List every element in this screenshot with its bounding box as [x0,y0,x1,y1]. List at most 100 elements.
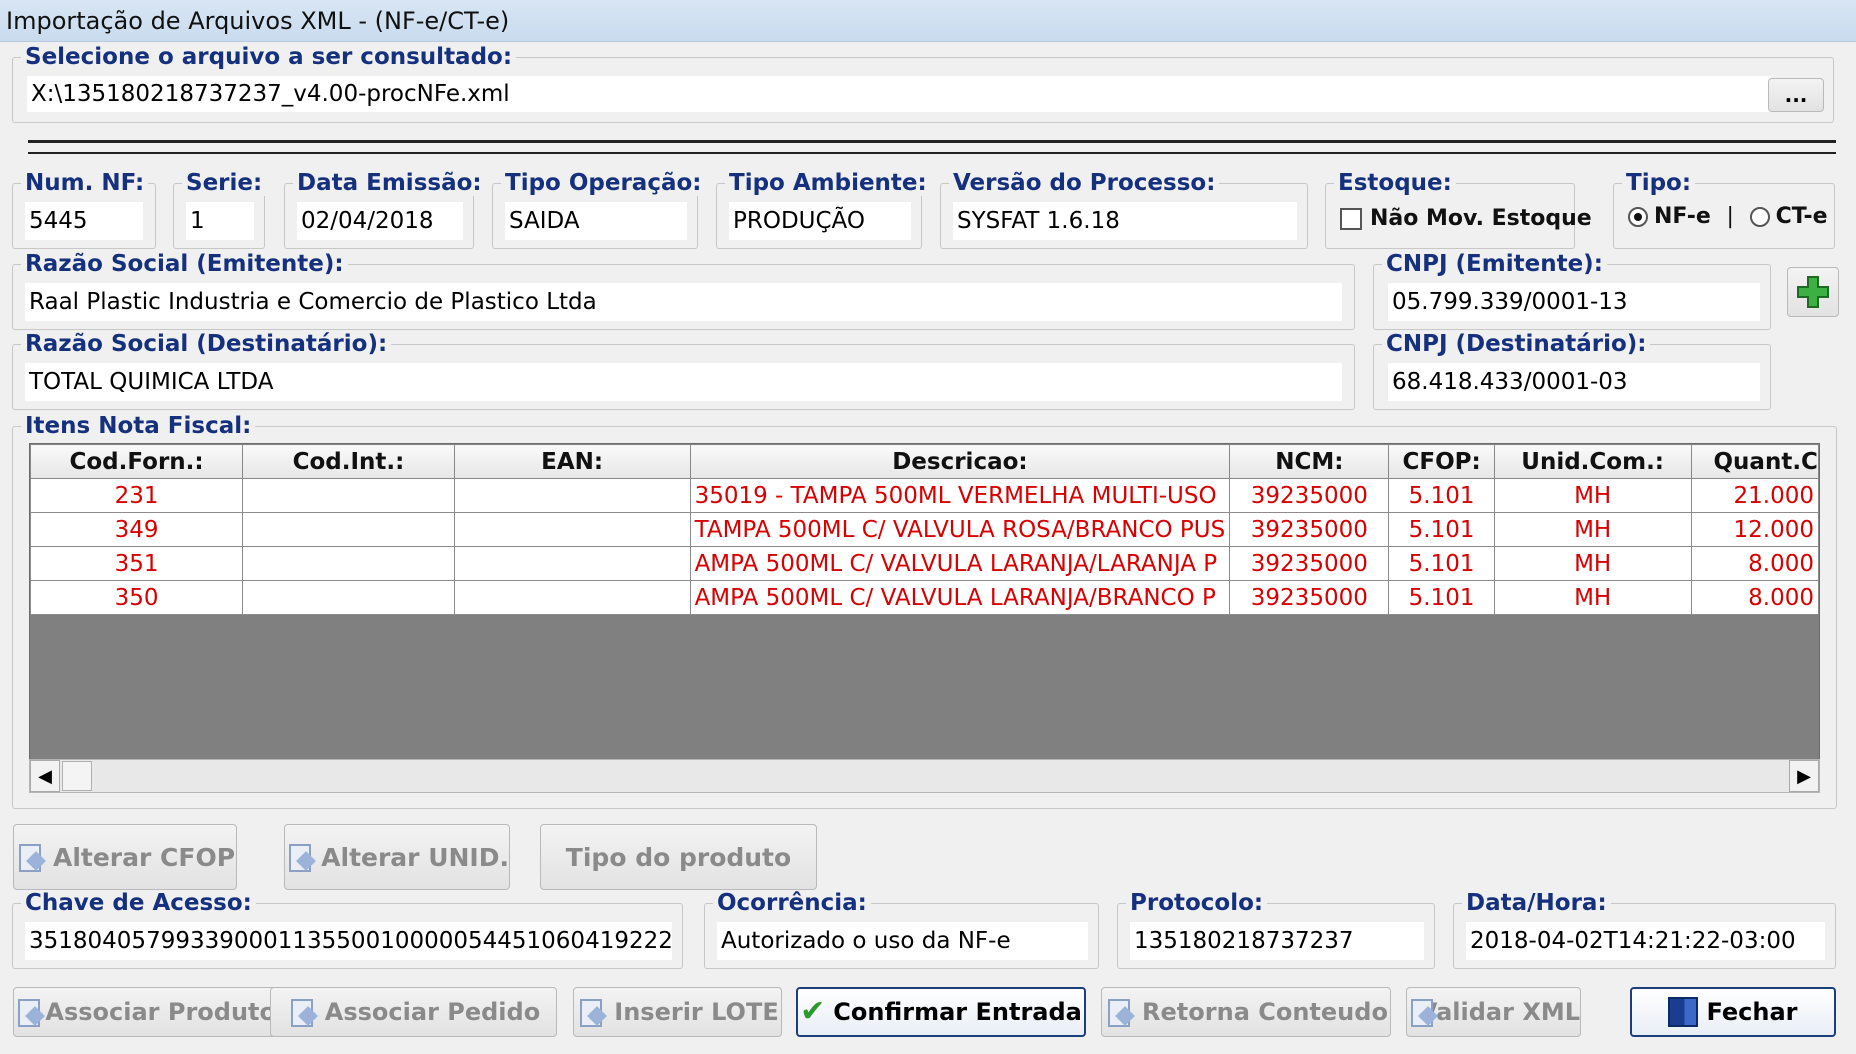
cell-quant[interactable]: 12.000 [1690,512,1819,547]
confirmar-entrada-button[interactable]: ✔ Confirmar Entrada [796,987,1086,1037]
associar-pedido-button[interactable]: Associar Pedido [270,987,557,1037]
cell-quant[interactable]: 8.000 [1690,546,1819,581]
cell-ean[interactable] [453,580,691,615]
associar-produto-button[interactable]: Associar Produto [13,987,277,1037]
cell-cfop[interactable]: 5.101 [1388,478,1495,513]
cell-unid[interactable]: MH [1493,512,1692,547]
tipo-ambiente-field[interactable]: PRODUÇÃO [729,202,911,240]
scroll-thumb[interactable] [62,761,92,791]
horizontal-scrollbar[interactable]: ◀ ▶ [29,759,1820,793]
col-cfop[interactable]: CFOP: [1388,444,1495,479]
edit-doc-icon [14,997,41,1027]
add-icon [1797,276,1829,308]
cell-quant[interactable]: 21.000 [1690,478,1819,513]
cell-ncm[interactable]: 39235000 [1229,512,1390,547]
separator-2 [28,152,1836,154]
chave-acesso-field[interactable]: 3518040579933900011355001000005445106041… [25,922,672,960]
cell-ean[interactable] [453,546,691,581]
col-ncm[interactable]: NCM: [1229,444,1390,479]
table-row[interactable]: 349 TAMPA 500ML C/ VALVULA ROSA/BRANCO P… [30,512,1819,547]
serie-field[interactable]: 1 [186,202,254,240]
cell-cfop[interactable]: 5.101 [1388,512,1495,547]
inserir-lote-label: Inserir LOTE [614,998,779,1026]
retorna-conteudo-button[interactable]: Retorna Conteudo [1101,987,1391,1037]
tipo-operacao-field[interactable]: SAIDA [505,202,687,240]
cell-ncm[interactable]: 39235000 [1229,546,1390,581]
cell-unid[interactable]: MH [1493,478,1692,513]
data-hora-label: Data/Hora: [1462,890,1611,916]
cell-cod-int[interactable] [242,512,455,547]
cell-ncm[interactable]: 39235000 [1229,478,1390,513]
radio-nfe-dot[interactable] [1628,207,1648,227]
items-table: Cod.Forn.: Cod.Int.: EAN: Descricao: NCM… [30,444,1819,615]
cell-cfop[interactable]: 5.101 [1388,546,1495,581]
scroll-left-icon[interactable]: ◀ [30,760,60,792]
checkbox-box[interactable] [1340,208,1362,230]
cell-descricao[interactable]: TAMPA 500ML C/ VALVULA ROSA/BRANCO PUS [689,512,1231,547]
estoque-label: Estoque: [1334,170,1456,196]
items-grid[interactable]: Cod.Forn.: Cod.Int.: EAN: Descricao: NCM… [29,443,1820,793]
add-button[interactable] [1787,267,1839,317]
cnpj-emitente-field[interactable]: 05.799.339/0001-13 [1388,283,1760,321]
validar-xml-button[interactable]: Validar XML [1406,987,1581,1037]
file-path-field[interactable]: X:\135180218737237_v4.00-procNFe.xml [27,76,1771,112]
cell-descricao[interactable]: 35019 - TAMPA 500ML VERMELHA MULTI-USO [689,478,1231,513]
cell-quant[interactable]: 8.000 [1690,580,1819,615]
table-row[interactable]: 231 35019 - TAMPA 500ML VERMELHA MULTI-U… [30,478,1819,513]
data-emissao-field[interactable]: 02/04/2018 [297,202,463,240]
cell-ncm[interactable]: 39235000 [1229,580,1390,615]
cell-cod-int[interactable] [242,546,455,581]
cnpj-destinatario-field[interactable]: 68.418.433/0001-03 [1388,363,1760,401]
edit-doc-icon [285,842,313,872]
window-title: Importação de Arquivos XML - (NF-e/CT-e) [0,0,1856,42]
data-emissao-label: Data Emissão: [293,170,486,196]
radio-nfe[interactable]: NF-e [1628,204,1711,229]
cell-cod-forn[interactable]: 349 [30,512,244,547]
cell-cod-int[interactable] [242,580,455,615]
protocolo-group: Protocolo: 135180218737237 [1117,890,1435,969]
alterar-cfop-button[interactable]: Alterar CFOP [13,824,237,890]
browse-button[interactable]: ... [1768,78,1824,112]
cell-descricao[interactable]: AMPA 500ML C/ VALVULA LARANJA/BRANCO P [689,580,1231,615]
num-nf-field[interactable]: 5445 [25,202,143,240]
fechar-button[interactable]: Fechar [1630,987,1836,1037]
cnpj-emitente-group: CNPJ (Emitente): 05.799.339/0001-13 [1373,251,1771,330]
protocolo-field[interactable]: 135180218737237 [1130,922,1424,960]
cell-cod-forn[interactable]: 351 [30,546,244,581]
radio-cte[interactable]: CT-e [1749,204,1828,229]
table-row[interactable]: 350 AMPA 500ML C/ VALVULA LARANJA/BRANCO… [30,580,1819,615]
nao-mov-estoque-checkbox[interactable]: Não Mov. Estoque [1340,206,1592,231]
chave-acesso-label: Chave de Acesso: [21,890,256,916]
tipo-produto-button[interactable]: Tipo do produto [540,824,817,890]
data-hora-field[interactable]: 2018-04-02T14:21:22-03:00 [1466,922,1825,960]
edit-doc-icon [287,997,317,1027]
scroll-right-icon[interactable]: ▶ [1789,760,1819,792]
razao-destinatario-field[interactable]: TOTAL QUIMICA LTDA [25,363,1342,401]
itens-legend: Itens Nota Fiscal: [21,413,256,439]
cell-unid[interactable]: MH [1493,546,1692,581]
razao-emitente-field[interactable]: Raal Plastic Industria e Comercio de Pla… [25,283,1342,321]
cell-cfop[interactable]: 5.101 [1388,580,1495,615]
col-unid-com[interactable]: Unid.Com.: [1493,444,1692,479]
versao-processo-field[interactable]: SYSFAT 1.6.18 [953,202,1297,240]
alterar-unid-button[interactable]: Alterar UNID. [284,824,510,890]
razao-destinatario-group: Razão Social (Destinatário): TOTAL QUIMI… [12,331,1355,410]
radio-cte-dot[interactable] [1749,207,1770,227]
col-descricao[interactable]: Descricao: [689,444,1231,479]
tipo-divider: | [1726,204,1734,229]
col-cod-forn[interactable]: Cod.Forn.: [30,444,244,479]
col-cod-int[interactable]: Cod.Int.: [242,444,455,479]
col-ean[interactable]: EAN: [453,444,691,479]
cell-cod-int[interactable] [242,478,455,513]
cell-cod-forn[interactable]: 231 [30,478,244,513]
cell-ean[interactable] [453,512,691,547]
cell-ean[interactable] [453,478,691,513]
col-quant[interactable]: Quant.C [1690,444,1819,479]
cell-cod-forn[interactable]: 350 [30,580,244,615]
table-row[interactable]: 351 AMPA 500ML C/ VALVULA LARANJA/LARANJ… [30,546,1819,581]
cell-descricao[interactable]: AMPA 500ML C/ VALVULA LARANJA/LARANJA P [689,546,1231,581]
num-nf-group: Num. NF: 5445 [12,170,156,249]
cell-unid[interactable]: MH [1493,580,1692,615]
ocorrencia-field[interactable]: Autorizado o uso da NF-e [717,922,1088,960]
inserir-lote-button[interactable]: Inserir LOTE [573,987,782,1037]
